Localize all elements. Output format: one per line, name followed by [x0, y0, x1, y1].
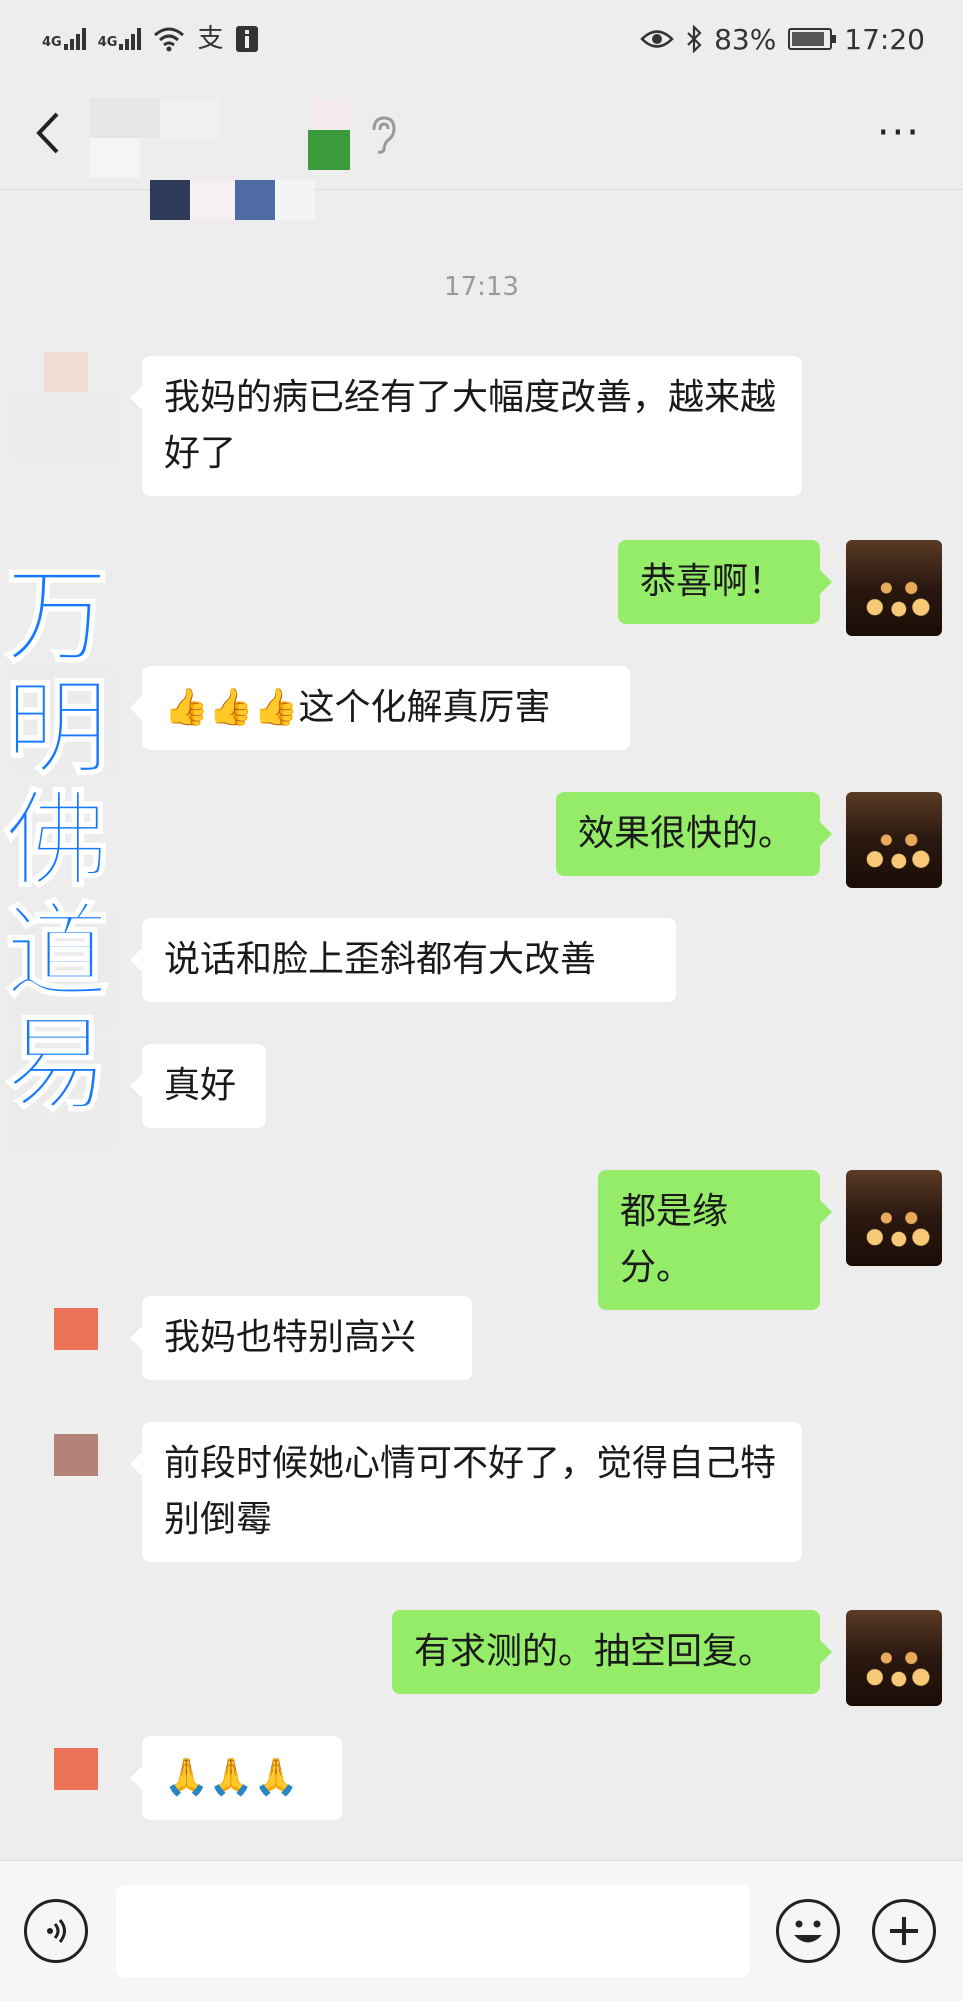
message-text: 效果很快的。 [578, 813, 795, 854]
message-bubble-incoming[interactable]: 我妈也特别高兴 [130, 1296, 472, 1380]
back-button[interactable] [28, 108, 68, 158]
emoji-icon [794, 1920, 822, 1943]
message-bubble-incoming[interactable]: 👍👍👍这个化解真厉害 [130, 666, 630, 750]
more-functions-button[interactable] [872, 1899, 936, 1963]
signal-icon-2: 4G [98, 28, 142, 50]
wifi-icon [154, 27, 185, 52]
chat-header: ··· [0, 78, 963, 220]
message-text: 说话和脸上歪斜都有大改善 [164, 939, 597, 980]
chevron-left-icon [36, 112, 59, 154]
message-text: 🙏🙏🙏 [164, 1757, 299, 1798]
emoji-button[interactable] [776, 1899, 840, 1963]
message-input[interactable] [116, 1885, 750, 1977]
chat-area[interactable]: 17:13 我妈的病已经有了大幅度改善，越来越好了 恭喜啊！ 👍👍👍这个化解真厉… [0, 190, 963, 1860]
message-text: 恭喜啊！ [640, 561, 785, 602]
watermark-char: 佛 [4, 779, 110, 901]
bluetooth-icon [687, 25, 702, 53]
message-bubble-incoming[interactable]: 🙏🙏🙏 [130, 1736, 342, 1820]
status-bar: 4G 4G 支 83% 17:20 [0, 0, 963, 78]
network-type: 4G [42, 35, 62, 50]
avatar[interactable] [846, 1170, 942, 1266]
clock: 17:20 [844, 22, 925, 56]
avatar[interactable] [846, 792, 942, 888]
input-bar [0, 1860, 963, 2001]
avatar[interactable] [10, 352, 120, 462]
avatar[interactable] [10, 1294, 120, 1404]
message-text: 👍👍👍这个化解真厉害 [164, 687, 551, 728]
message-text: 前段时候她心情可不好了，觉得自己特别倒霉 [164, 1443, 777, 1540]
avatar[interactable] [846, 1610, 942, 1706]
battery-percent: 83% [714, 22, 777, 56]
watermark-char: 易 [4, 1003, 110, 1125]
watermark-char: 明 [4, 667, 110, 789]
status-right: 83% 17:20 [640, 23, 925, 56]
battery-icon [788, 28, 837, 50]
message-bubble-outgoing[interactable]: 效果很快的。 [556, 792, 832, 876]
message-text: 我妈的病已经有了大幅度改善，越来越好了 [164, 377, 777, 474]
message-bubble-outgoing[interactable]: 都是缘分。 [598, 1170, 832, 1310]
message-bubble-incoming[interactable]: 说话和脸上歪斜都有大改善 [130, 918, 676, 1002]
more-button[interactable]: ··· [877, 113, 921, 153]
signal-icon: 4G [42, 28, 86, 50]
voice-icon [47, 1919, 66, 1943]
message-text: 都是缘分。 [620, 1191, 729, 1288]
avatar[interactable] [846, 540, 942, 636]
message-bubble-incoming[interactable]: 真好 [130, 1044, 266, 1128]
watermark-char: 道 [4, 891, 110, 1013]
status-left: 4G 4G 支 [42, 25, 259, 53]
message-bubble-incoming[interactable]: 我妈的病已经有了大幅度改善，越来越好了 [130, 356, 802, 496]
watermark-char: 万 [4, 555, 110, 677]
message-text: 有求测的。抽空回复。 [414, 1631, 775, 1672]
more-dots-icon: ··· [876, 110, 921, 156]
avatar[interactable] [10, 1734, 120, 1844]
eye-icon [640, 30, 674, 48]
contact-name-pixelated [90, 98, 350, 220]
alipay-icon: 支 [197, 24, 224, 54]
message-bubble-outgoing[interactable]: 恭喜啊！ [618, 540, 832, 624]
message-text: 真好 [164, 1065, 237, 1106]
plus-icon [890, 1917, 918, 1945]
network-type-2: 4G [97, 35, 118, 50]
avatar[interactable] [10, 1420, 120, 1530]
message-timestamp: 17:13 [444, 272, 519, 302]
voice-button[interactable] [24, 1899, 88, 1963]
watermark: 万 明 佛 道 易 [2, 555, 112, 1125]
message-bubble-incoming[interactable]: 前段时候她心情可不好了，觉得自己特别倒霉 [130, 1422, 802, 1562]
message-text: 我妈也特别高兴 [164, 1317, 417, 1358]
info-icon [236, 26, 259, 52]
ear-icon[interactable] [368, 116, 398, 154]
message-bubble-outgoing[interactable]: 有求测的。抽空回复。 [392, 1610, 832, 1694]
